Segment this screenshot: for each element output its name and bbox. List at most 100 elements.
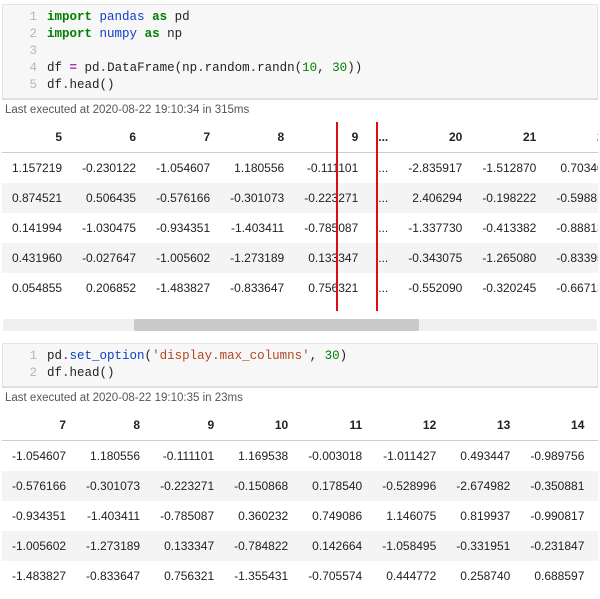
code-line[interactable]: 5df.head()	[3, 77, 597, 94]
table-cell: 0.819937	[446, 501, 520, 531]
code-cell-2: 1pd.set_option('display.max_columns', 30…	[2, 343, 598, 599]
column-header: 8	[220, 122, 294, 153]
table-cell: -0.989756	[520, 441, 594, 472]
table-cell: 0.206852	[72, 273, 146, 303]
table-cell: ...	[368, 213, 398, 243]
table-cell: -0.552090	[398, 273, 472, 303]
table-cell: -2.674982	[446, 471, 520, 501]
table-cell: 0.506435	[72, 183, 146, 213]
table-cell: 1.180556	[76, 441, 150, 472]
table-cell: 0.444772	[372, 561, 446, 591]
table-cell: -0.833954	[546, 243, 598, 273]
table-row: 1.157219-0.230122-1.0546071.180556-0.111…	[2, 153, 598, 184]
code-text[interactable]: import numpy as np	[47, 26, 182, 43]
table-cell: 0.505857	[594, 441, 598, 472]
exec-info-1: Last executed at 2020-08-22 19:10:34 in …	[2, 99, 598, 120]
column-header: 6	[72, 122, 146, 153]
table-cell: 0.142664	[298, 531, 372, 561]
line-number: 3	[3, 43, 47, 60]
table-cell: -0.301073	[76, 471, 150, 501]
table-cell: -0.150868	[224, 471, 298, 501]
code-text[interactable]: import pandas as pd	[47, 9, 190, 26]
table-cell: -0.598813	[546, 183, 598, 213]
code-input-2[interactable]: 1pd.set_option('display.max_columns', 30…	[2, 343, 598, 387]
table-cell: -0.231847	[520, 531, 594, 561]
table-cell: -1.483827	[2, 561, 76, 591]
column-header: 15	[594, 410, 598, 441]
table-cell: -0.888136	[546, 213, 598, 243]
code-text[interactable]: pd.set_option('display.max_columns', 30)	[47, 348, 347, 365]
table-row: -0.934351-1.403411-0.7850870.3602320.749…	[2, 501, 598, 531]
table-cell: -1.512870	[472, 153, 546, 184]
table-cell: -1.030475	[72, 213, 146, 243]
table-cell: 0.258740	[446, 561, 520, 591]
dataframe-output-2: 789101112131415-1.0546071.180556-0.11110…	[2, 410, 598, 599]
column-header: 5	[2, 122, 72, 153]
column-header: 21	[472, 122, 546, 153]
column-header: 14	[520, 410, 594, 441]
table-cell: -0.667131	[546, 273, 598, 303]
table-row: -1.0546071.180556-0.1111011.169538-0.003…	[2, 441, 598, 472]
line-number: 5	[3, 77, 47, 94]
table-cell: -0.990817	[520, 501, 594, 531]
code-line[interactable]: 4df = pd.DataFrame(np.random.randn(10, 3…	[3, 60, 597, 77]
table-cell: -0.350881	[520, 471, 594, 501]
table-cell: -1.005602	[2, 531, 76, 561]
table-cell: -0.934351	[2, 501, 76, 531]
table-cell: -1.005602	[146, 243, 220, 273]
table-cell: 1.159357	[594, 561, 598, 591]
table-cell: 1.652533	[594, 471, 598, 501]
table-cell: -0.785087	[150, 501, 224, 531]
code-line[interactable]: 2import numpy as np	[3, 26, 597, 43]
column-header: 12	[372, 410, 446, 441]
table-cell: -1.403411	[76, 501, 150, 531]
table-cell: 0.360232	[224, 501, 298, 531]
table-cell: -0.864119	[594, 531, 598, 561]
table-cell: -0.785087	[294, 213, 368, 243]
table-cell: 0.749086	[298, 501, 372, 531]
table-cell: 2.406294	[398, 183, 472, 213]
table-row: -1.483827-0.8336470.756321-1.355431-0.70…	[2, 561, 598, 591]
table-cell: 0.054855	[2, 273, 72, 303]
code-text[interactable]: df.head()	[47, 77, 115, 94]
line-number: 4	[3, 60, 47, 77]
table-cell: -1.058495	[372, 531, 446, 561]
table-cell: -1.273189	[76, 531, 150, 561]
column-header: ...	[368, 122, 398, 153]
column-header: 11	[298, 410, 372, 441]
table-row: -0.576166-0.301073-0.223271-0.1508680.17…	[2, 471, 598, 501]
table-cell: -0.027647	[72, 243, 146, 273]
table-header-row: 789101112131415	[2, 410, 598, 441]
code-text[interactable]: df.head()	[47, 365, 115, 382]
code-text[interactable]: df = pd.DataFrame(np.random.randn(10, 30…	[47, 60, 362, 77]
table-cell: ...	[368, 183, 398, 213]
table-cell: ...	[368, 243, 398, 273]
code-line[interactable]: 2df.head()	[3, 365, 597, 382]
code-input-1[interactable]: 1import pandas as pd2import numpy as np3…	[2, 4, 598, 99]
table-cell: -0.223271	[150, 471, 224, 501]
table-cell: 0.854314	[594, 501, 598, 531]
column-header: 22	[546, 122, 598, 153]
code-line[interactable]: 1import pandas as pd	[3, 9, 597, 26]
horizontal-scrollbar[interactable]	[3, 319, 597, 331]
table-cell: -1.403411	[220, 213, 294, 243]
table-cell: -0.111101	[150, 441, 224, 472]
code-line[interactable]: 3	[3, 43, 597, 60]
table-cell: -0.301073	[220, 183, 294, 213]
table-cell: -0.111101	[294, 153, 368, 184]
table-row: -1.005602-1.2731890.133347-0.7848220.142…	[2, 531, 598, 561]
table-cell: -1.054607	[2, 441, 76, 472]
table-cell: -0.833647	[76, 561, 150, 591]
table-cell: -1.483827	[146, 273, 220, 303]
table-cell: -1.355431	[224, 561, 298, 591]
table-cell: -0.705574	[298, 561, 372, 591]
column-header: 20	[398, 122, 472, 153]
table-cell: 0.133347	[294, 243, 368, 273]
table-cell: -0.230122	[72, 153, 146, 184]
scrollbar-thumb[interactable]	[134, 319, 419, 331]
table-cell: 0.431960	[2, 243, 72, 273]
table-cell: -0.223271	[294, 183, 368, 213]
table-cell: -1.337730	[398, 213, 472, 243]
code-line[interactable]: 1pd.set_option('display.max_columns', 30…	[3, 348, 597, 365]
table-cell: 1.180556	[220, 153, 294, 184]
